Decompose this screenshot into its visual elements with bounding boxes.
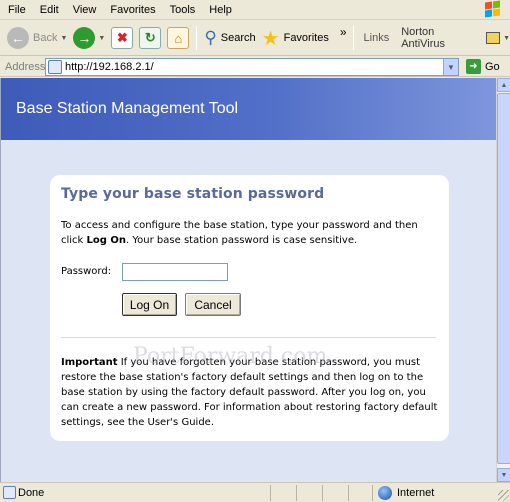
important-text: If you have forgotten your base station … <box>61 357 438 428</box>
back-arrow-icon: ← <box>7 27 29 49</box>
page-content: Base Station Management Tool Type your b… <box>0 78 496 482</box>
important-label: Important <box>61 357 118 368</box>
back-dropdown-icon[interactable]: ▼ <box>60 35 67 42</box>
intro-text-after: . Your base station password is case sen… <box>126 235 358 246</box>
scroll-down-icon[interactable]: ▼ <box>497 468 510 482</box>
address-bar: Address http://192.168.2.1/ ▼ ➜ Go <box>0 57 510 77</box>
status-separator <box>296 485 297 501</box>
intro-text: To access and configure the base station… <box>61 218 436 248</box>
menu-edit[interactable]: Edit <box>33 4 66 16</box>
password-input[interactable] <box>122 263 228 281</box>
norton-antivirus-icon[interactable] <box>486 32 501 44</box>
log-on-button[interactable]: Log On <box>122 293 177 316</box>
card-title: Type your base station password <box>61 186 325 202</box>
scroll-up-icon[interactable]: ▲ <box>497 78 510 92</box>
links-button[interactable]: Links <box>364 32 390 44</box>
password-label: Password: <box>61 266 112 277</box>
refresh-button[interactable]: ↻ <box>136 23 164 53</box>
menu-favorites[interactable]: Favorites <box>103 4 162 16</box>
status-separator <box>322 485 323 501</box>
toolbar-separator <box>196 26 198 50</box>
intro-text-bold: Log On <box>86 235 127 246</box>
home-button[interactable]: ⌂ <box>164 23 192 53</box>
address-input[interactable]: http://192.168.2.1/ ▼ <box>45 58 459 76</box>
resize-grip-icon[interactable] <box>498 490 509 501</box>
address-dropdown-icon[interactable]: ▼ <box>443 59 458 75</box>
page-status-icon <box>3 486 16 499</box>
scroll-thumb[interactable] <box>497 93 510 464</box>
go-button[interactable]: ➜ Go <box>466 59 500 74</box>
menu-view[interactable]: View <box>66 4 104 16</box>
norton-dropdown-icon[interactable]: ▼ <box>503 35 510 42</box>
internet-globe-icon <box>378 486 392 500</box>
forward-arrow-icon: → <box>73 27 96 49</box>
favorites-button[interactable]: ★ Favorites <box>259 23 332 53</box>
page-banner: Base Station Management Tool <box>1 78 496 140</box>
divider <box>61 337 436 338</box>
menu-bar: File Edit View Favorites Tools Help <box>0 0 510 20</box>
cancel-button[interactable]: Cancel <box>185 293 241 316</box>
windows-logo-icon <box>484 0 502 18</box>
toolbar-overflow-chevron[interactable]: » <box>340 25 347 39</box>
norton-antivirus-label: Norton AntiVirus <box>401 26 446 50</box>
status-separator <box>348 485 349 501</box>
menu-help[interactable]: Help <box>202 4 239 16</box>
forward-dropdown-icon[interactable]: ▼ <box>98 35 105 42</box>
refresh-icon: ↻ <box>139 27 162 49</box>
address-label: Address <box>5 60 46 73</box>
security-zone: Internet <box>397 487 435 499</box>
home-icon: ⌂ <box>167 27 190 49</box>
stop-icon: ✖ <box>111 27 134 49</box>
back-button[interactable]: ← Back ▼ <box>4 23 70 53</box>
stop-button[interactable]: ✖ <box>108 23 136 53</box>
status-bar: Done Internet <box>0 482 510 502</box>
status-separator <box>372 485 373 501</box>
login-card: Type your base station password To acces… <box>50 175 449 441</box>
search-label: Search <box>220 32 256 44</box>
back-label: Back <box>33 32 58 44</box>
favorites-label: Favorites <box>283 32 329 44</box>
go-label: Go <box>485 60 500 73</box>
star-icon: ★ <box>261 27 280 50</box>
status-text: Done <box>18 487 45 499</box>
vertical-scrollbar[interactable]: ▲ ▼ <box>496 78 510 482</box>
toolbar-separator <box>352 26 354 50</box>
status-separator <box>270 485 271 501</box>
go-arrow-icon: ➜ <box>466 59 481 74</box>
important-note: Important If you have forgotten your bas… <box>61 355 439 430</box>
page-icon <box>48 60 62 74</box>
forward-button[interactable]: → ▼ <box>70 23 108 53</box>
banner-title: Base Station Management Tool <box>16 100 239 117</box>
menu-file[interactable]: File <box>0 4 33 16</box>
menu-tools[interactable]: Tools <box>163 4 203 16</box>
search-button[interactable]: ⚲ Search <box>201 23 258 53</box>
address-url[interactable]: http://192.168.2.1/ <box>65 61 154 73</box>
toolbar: ← Back ▼ → ▼ ✖ ↻ ⌂ ⚲ Search ★ Favorites … <box>0 21 510 56</box>
search-icon: ⚲ <box>204 28 217 47</box>
